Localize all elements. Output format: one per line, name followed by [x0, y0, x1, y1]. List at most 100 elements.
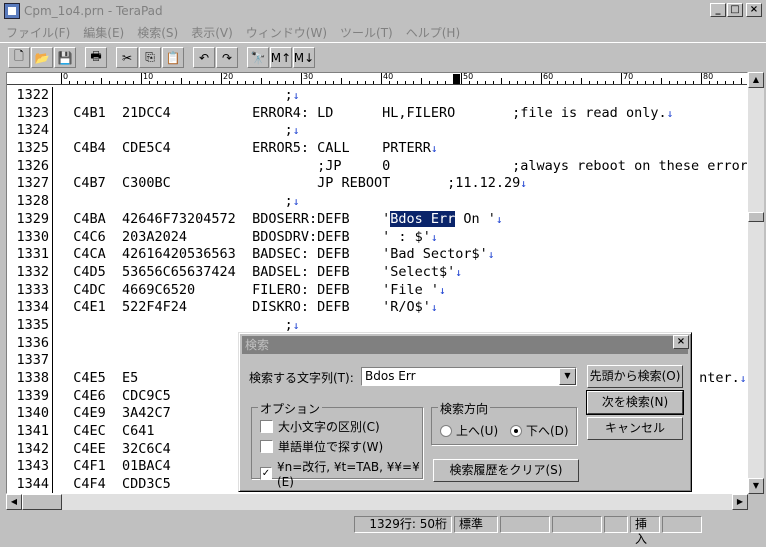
whole-word-checkbox[interactable]: 単語単位で探す(W): [260, 438, 383, 455]
menu-search[interactable]: 検索(S): [137, 24, 178, 41]
find-next-button[interactable]: 次を検索(N): [586, 390, 684, 415]
radio-up-dot[interactable]: [440, 424, 452, 437]
vertical-scroll-thumb[interactable]: [748, 212, 764, 222]
status-empty-2: [552, 516, 602, 533]
open-folder-icon[interactable]: 📂: [31, 47, 53, 68]
line-text[interactable]: C4DC 4669C6520 FILERO: DEFB 'File '↓: [57, 282, 445, 300]
ruler-label: 0: [63, 73, 69, 81]
menu-tools[interactable]: ツール(T): [340, 24, 393, 41]
line-text[interactable]: ;↓: [57, 193, 300, 211]
ruler-tick: [101, 78, 102, 84]
find-prev-icon[interactable]: M↑: [270, 47, 292, 68]
menu-help[interactable]: ヘルプ(H): [406, 24, 460, 41]
cancel-button[interactable]: キャンセル: [587, 417, 683, 440]
line-number: 1341: [16, 423, 49, 440]
line-content: C4EC C641: [57, 423, 155, 440]
case-sensitive-checkbox[interactable]: 大小文字の区別(C): [260, 418, 380, 435]
line-text[interactable]: C4E1 522F4F24 DISKRO: DEFB 'R/O$'↓: [57, 299, 437, 317]
escape-sequence-checkbox[interactable]: ✓ ¥n=改行, ¥t=TAB, ¥¥=¥(E): [260, 458, 422, 489]
direction-down-label: 下へ(D): [526, 424, 569, 438]
line-text[interactable]: C4E9 3A42C7: [57, 405, 171, 423]
newline-mark-icon: ↓: [430, 142, 438, 156]
escape-checkbox-box[interactable]: ✓: [260, 467, 272, 480]
line-text[interactable]: C4F4 CDD3C5: [57, 476, 171, 493]
toolbar: 🗋 📂 💾 🖶 ✂ ⎘ 📋 ↶ ↷ 🔭 M↑ M↓: [0, 42, 766, 72]
find-next-icon[interactable]: M↓: [293, 47, 315, 68]
line-text[interactable]: C4EC C641: [57, 423, 155, 441]
search-history-dropdown[interactable]: ▼: [559, 368, 576, 385]
ruler-tick: [525, 81, 526, 84]
line-content: C4C6 203A2024 BDOSDRV:DEFB ' : $': [57, 228, 431, 245]
line-text[interactable]: C4CA 42616420536563 BADSEC: DEFB 'Bad Se…: [57, 246, 494, 264]
print-icon[interactable]: 🖶: [85, 47, 107, 68]
line-text[interactable]: C4BA 42646F73204572 BDOSERR:DEFB 'Bdos E…: [57, 210, 503, 229]
line-number: 1330: [16, 228, 49, 245]
menu-window[interactable]: ウィンドウ(W): [246, 24, 327, 41]
redo-icon[interactable]: ↷: [216, 47, 238, 68]
vertical-scrollbar[interactable]: ▲ ▼: [748, 72, 764, 494]
menu-view[interactable]: 表示(V): [191, 24, 233, 41]
scroll-down-icon[interactable]: ▼: [748, 478, 764, 494]
line-number-separator: [52, 334, 53, 353]
new-file-icon[interactable]: 🗋: [8, 47, 30, 68]
line-text[interactable]: C4D5 53656C65637424 BADSEL: DEFB 'Select…: [57, 264, 462, 282]
save-icon[interactable]: 💾: [54, 47, 76, 68]
line-text[interactable]: ;JP 0 ;always reboot on these errors: [57, 158, 747, 176]
line-number-separator: [52, 104, 53, 123]
ruler-tick: [709, 81, 710, 84]
ruler-tick: [61, 73, 62, 84]
status-position: 1329行: 50桁: [354, 516, 452, 533]
ruler-tick: [173, 81, 174, 84]
line-text[interactable]: C4E6 CDC9C5: [57, 388, 171, 406]
horizontal-scroll-thumb[interactable]: [22, 494, 62, 510]
ruler-tick: [253, 81, 254, 84]
ruler-tick: [381, 73, 382, 84]
ruler-tick: [653, 81, 654, 84]
horizontal-scrollbar[interactable]: ◀ ▶: [6, 494, 748, 510]
ruler-tick: [349, 81, 350, 84]
close-button[interactable]: ×: [746, 3, 762, 17]
scroll-right-icon[interactable]: ▶: [732, 494, 748, 510]
ruler-tick: [509, 81, 510, 84]
line-text[interactable]: C4F1 01BAC4: [57, 458, 171, 476]
ruler-tick: [613, 81, 614, 84]
word-checkbox-box[interactable]: [260, 440, 273, 453]
search-input[interactable]: Bdos Err: [361, 367, 577, 386]
maximize-button[interactable]: □: [727, 3, 743, 17]
line-text[interactable]: C4C6 203A2024 BDOSDRV:DEFB ' : $'↓: [57, 228, 438, 247]
menu-edit[interactable]: 編集(E): [83, 24, 124, 41]
line-text[interactable]: C4EE 32C6C4: [57, 441, 171, 459]
undo-icon[interactable]: ↶: [193, 47, 215, 68]
clear-history-button[interactable]: 検索履歴をクリア(S): [433, 459, 579, 482]
find-icon[interactable]: 🔭: [247, 47, 269, 68]
direction-down-radio[interactable]: 下へ(D): [510, 422, 569, 439]
ruler-tick: [685, 81, 686, 84]
line-text[interactable]: C4B1 21DCC4 ERROR4: LD HL,FILERO ;file i…: [57, 105, 673, 123]
ruler-tick: [325, 81, 326, 84]
line-number: 1337: [16, 352, 49, 369]
scroll-left-icon[interactable]: ◀: [6, 494, 22, 510]
line-content: C4E6 CDC9C5: [57, 387, 171, 404]
window-controls: _ □ ×: [709, 3, 762, 17]
cut-icon[interactable]: ✂: [116, 47, 138, 68]
ruler-tick: [85, 81, 86, 84]
minimize-button[interactable]: _: [710, 3, 726, 17]
line-text[interactable]: C4B4 CDE5C4 ERROR5: CALL PRTERR↓: [57, 140, 438, 158]
app-icon[interactable]: [4, 3, 20, 19]
dialog-close-button[interactable]: ×: [673, 335, 689, 349]
direction-up-radio[interactable]: 上へ(U): [440, 422, 498, 439]
paste-icon[interactable]: 📋: [162, 47, 184, 68]
ruler-label: 20: [223, 73, 234, 81]
newline-mark-icon: ↓: [430, 230, 438, 244]
search-from-top-button[interactable]: 先頭から検索(O): [587, 365, 683, 388]
scroll-up-icon[interactable]: ▲: [748, 72, 764, 88]
line-text[interactable]: ;↓: [57, 87, 300, 105]
radio-down-dot[interactable]: [510, 424, 522, 437]
menu-file[interactable]: ファイル(F): [6, 24, 70, 41]
line-text[interactable]: C4B7 C300BC JP REBOOT ;11.12.29↓: [57, 175, 527, 193]
window-title: Cpm_1o4.prn - TeraPad: [24, 4, 163, 18]
case-checkbox-box[interactable]: [260, 420, 273, 433]
copy-icon[interactable]: ⎘: [139, 47, 161, 68]
line-number-separator: [52, 387, 53, 406]
line-text[interactable]: ;↓: [57, 122, 300, 140]
